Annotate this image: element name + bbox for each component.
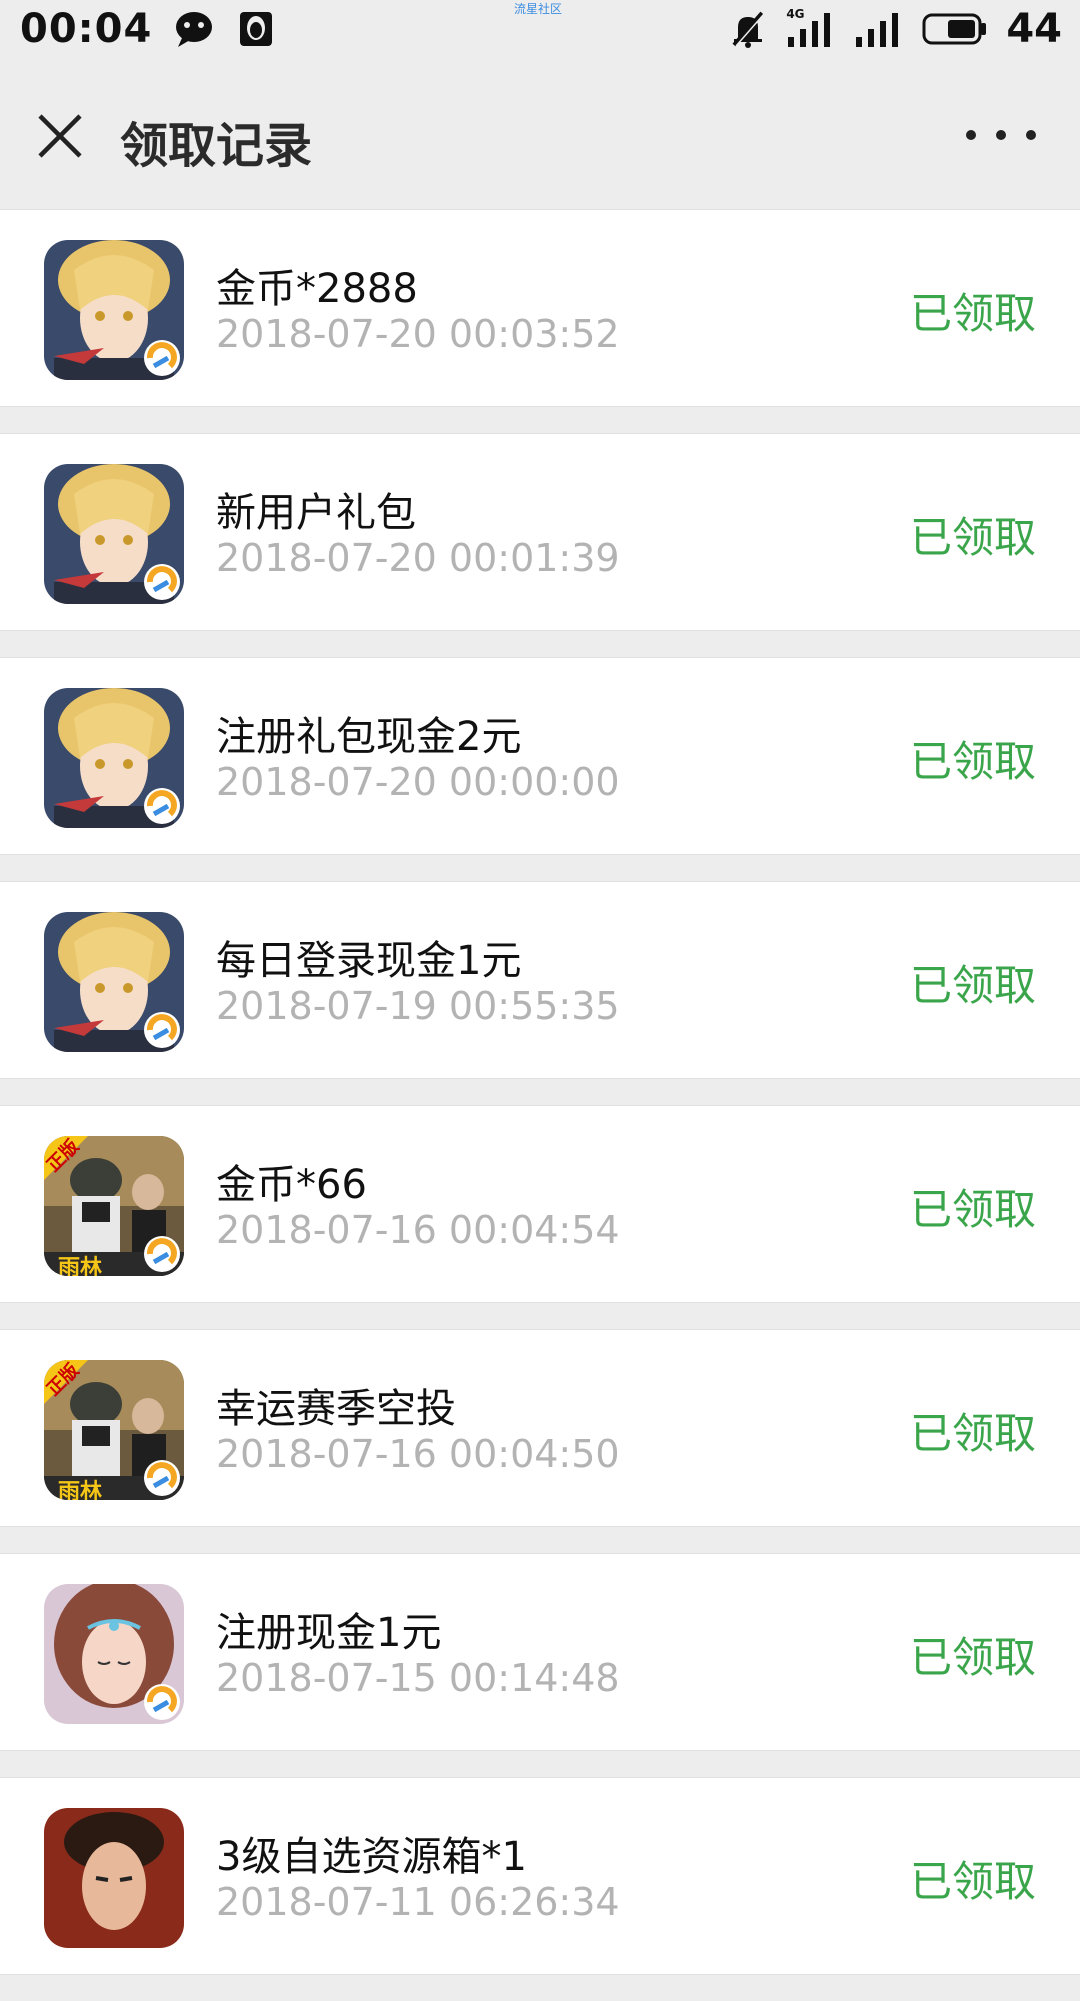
anime-blond-hero-game-icon: [44, 464, 184, 604]
record-row[interactable]: 3级自选资源箱*1 2018-07-11 06:26:34 已领取: [0, 1777, 1080, 1975]
claimed-status: 已领取: [909, 737, 1036, 786]
close-button[interactable]: [34, 110, 86, 162]
record-row[interactable]: 每日登录现金1元 2018-07-19 00:55:35 已领取: [0, 881, 1080, 1079]
battle-royale-game-icon: 正版 雨林: [44, 1360, 184, 1500]
more-dot-icon: [966, 130, 976, 140]
chat-bubble-icon: [174, 9, 214, 49]
anime-blond-hero-game-icon: [44, 240, 184, 380]
record-time: 2018-07-16 00:04:54: [216, 1208, 620, 1252]
record-row[interactable]: 注册现金1元 2018-07-15 00:14:48 已领取: [0, 1553, 1080, 1751]
nav-bar: 领取记录: [0, 66, 1080, 209]
record-title: 每日登录现金1元: [216, 938, 522, 984]
claimed-status: 已领取: [909, 513, 1036, 562]
record-row[interactable]: 正版 雨林 幸运赛季空投 2018-07-16 00:04:50 已领取: [0, 1329, 1080, 1527]
record-row[interactable]: 注册礼包现金2元 2018-07-20 00:00:00 已领取: [0, 657, 1080, 855]
map-banner: 雨林: [58, 1256, 103, 1276]
claimed-status: 已领取: [909, 1857, 1036, 1906]
more-dot-icon: [1026, 130, 1036, 140]
record-title: 金币*2888: [216, 266, 418, 312]
record-time: 2018-07-20 00:00:00: [216, 760, 620, 804]
battery-icon: [920, 9, 988, 49]
record-time: 2018-07-11 06:26:34: [216, 1880, 620, 1924]
record-time: 2018-07-20 00:03:52: [216, 312, 620, 356]
fantasy-heroine-game-icon: [44, 1584, 184, 1724]
record-list: 金币*2888 2018-07-20 00:03:52 已领取 新用户礼包 20…: [0, 209, 1080, 2001]
qq-penguin-icon: [236, 9, 276, 49]
battery-level: 44: [1006, 6, 1062, 52]
anime-blond-hero-game-icon: [44, 912, 184, 1052]
claimed-status: 已领取: [909, 961, 1036, 1010]
battle-royale-game-icon: 正版 雨林: [44, 1136, 184, 1276]
claimed-status: 已领取: [909, 1409, 1036, 1458]
muted-bell-icon: [728, 9, 768, 49]
network-type-label: 4G: [786, 7, 805, 21]
warrior-hero-game-icon: [44, 1808, 184, 1948]
record-row[interactable]: 新用户礼包 2018-07-20 00:01:39 已领取: [0, 433, 1080, 631]
record-time: 2018-07-19 00:55:35: [216, 984, 620, 1028]
record-time: 2018-07-20 00:01:39: [216, 536, 620, 580]
close-icon: [38, 114, 82, 158]
record-title: 新用户礼包: [216, 490, 416, 536]
record-time: 2018-07-16 00:04:50: [216, 1432, 620, 1476]
status-bar: 00:04 流星社区 4G 44: [0, 0, 1080, 66]
record-title: 幸运赛季空投: [216, 1386, 456, 1432]
map-banner: 雨林: [58, 1480, 103, 1500]
page-title: 领取记录: [120, 118, 313, 174]
more-options-button[interactable]: [966, 120, 1036, 150]
watermark-text: 流星社区: [514, 2, 563, 16]
record-row[interactable]: 正版 雨林 金币*66 2018-07-16 00:04:54 已领取: [0, 1105, 1080, 1303]
status-time: 00:04: [20, 6, 153, 52]
claimed-status: 已领取: [909, 289, 1036, 338]
signal-4g-icon: 4G: [786, 7, 836, 49]
record-title: 注册礼包现金2元: [216, 714, 522, 760]
signal-bars-icon: [854, 9, 902, 49]
claimed-status: 已领取: [909, 1185, 1036, 1234]
record-row[interactable]: 金币*2888 2018-07-20 00:03:52 已领取: [0, 209, 1080, 407]
claimed-status: 已领取: [909, 1633, 1036, 1682]
record-title: 注册现金1元: [216, 1610, 442, 1656]
record-title: 金币*66: [216, 1162, 367, 1208]
record-time: 2018-07-15 00:14:48: [216, 1656, 620, 1700]
record-title: 3级自选资源箱*1: [216, 1834, 527, 1880]
more-dot-icon: [996, 130, 1006, 140]
anime-blond-hero-game-icon: [44, 688, 184, 828]
